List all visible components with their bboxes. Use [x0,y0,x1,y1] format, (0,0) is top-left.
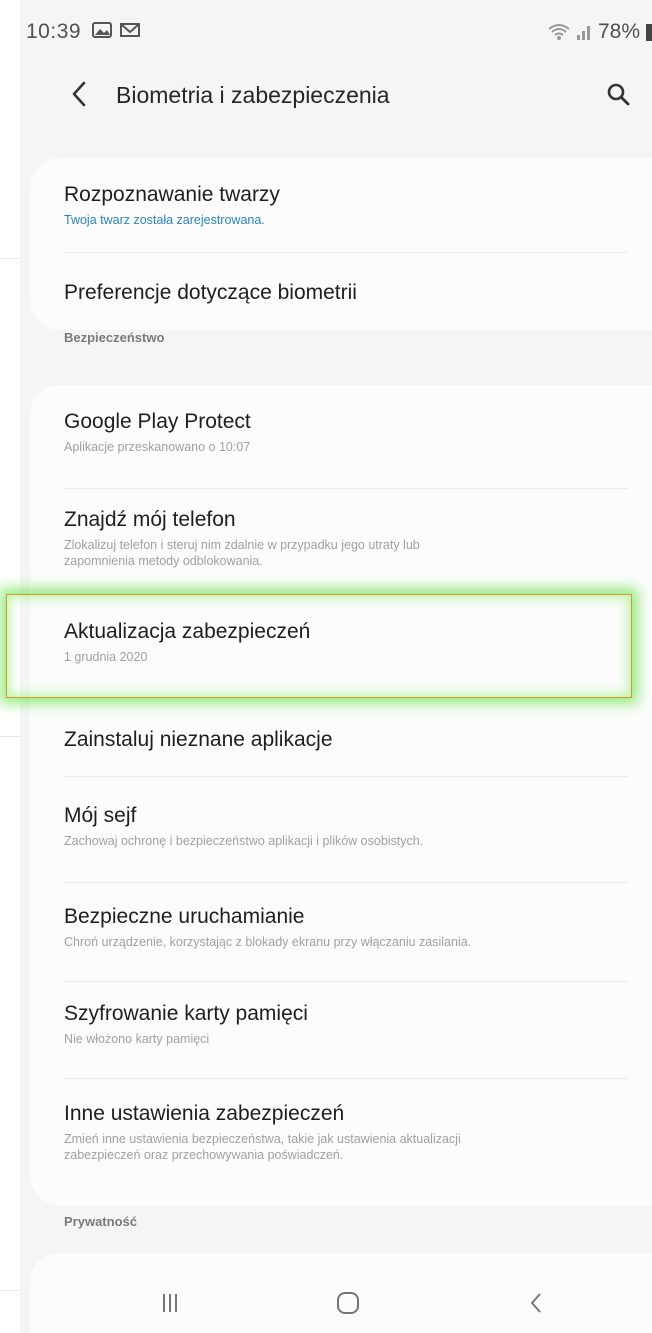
list-item-security-update[interactable]: Aktualizacja zabezpieczeń 1 grudnia 2020 [64,619,652,665]
divider [64,488,628,489]
status-right: 78% [548,20,652,44]
list-item-secure-startup[interactable]: Bezpieczne uruchamianie Chroń urządzenie… [64,904,652,950]
item-title: Znajdź mój telefon [64,508,236,531]
list-item-install-unknown-apps[interactable]: Zainstaluj nieznane aplikacje [64,727,652,753]
search-icon [607,83,630,106]
status-time: 10:39 [26,20,82,43]
section-header-privacy: Prywatność [64,1214,137,1229]
divider [64,882,628,883]
list-item-secure-folder[interactable]: Mój sejf Zachowaj ochronę i bezpieczeńst… [64,803,652,849]
list-item-other-security-settings[interactable]: Inne ustawienia zabezpieczeń Zmień inne … [64,1101,652,1163]
item-title: Zainstaluj nieznane aplikacje [64,728,333,751]
section-header-security: Bezpieczeństwo [64,330,165,345]
item-title: Mój sejf [64,804,137,827]
recent-apps-icon [163,1294,177,1312]
item-subtitle: 1 grudnia 2020 [64,650,148,664]
recent-apps-button[interactable] [140,1279,200,1327]
item-title: Szyfrowanie karty pamięci [64,1002,308,1025]
battery-level: 78% [597,20,640,43]
back-button[interactable] [64,76,94,112]
item-title: Inne ustawienia zabezpieczeń [64,1102,345,1125]
list-item-find-my-phone[interactable]: Znajdź mój telefon Zlokalizuj telefon i … [64,507,652,569]
list-item-sd-card-encryption[interactable]: Szyfrowanie karty pamięci Nie włożono ka… [64,1001,652,1047]
wifi-icon [548,24,570,40]
item-title: Preferencje dotyczące biometrii [64,281,357,304]
signal-icon [576,26,590,40]
back-icon [531,1293,541,1313]
item-subtitle: Aplikacje przeskanowano o 10:07 [64,440,251,454]
nav-back-button[interactable] [506,1279,566,1327]
item-subtitle-line2: zapomnienia metody odblokowania. [64,554,263,568]
divider [64,981,628,982]
app-bar: Biometria i zabezpieczenia [20,62,652,128]
item-subtitle: Zmień inne ustawienia bezpieczeństwa, ta… [64,1132,461,1146]
item-subtitle: Nie włożono karty pamięci [64,1032,210,1046]
status-bar: 10:39 78% [20,0,652,62]
list-item-face-recognition[interactable]: Rozpoznawanie twarzy Twoja twarz została… [64,182,652,228]
list-item-google-play-protect[interactable]: Google Play Protect Aplikacje przeskanow… [64,409,652,455]
divider [64,1078,628,1079]
item-title: Bezpieczne uruchamianie [64,905,305,928]
item-subtitle: Chroń urządzenie, korzystając z blokady … [64,935,472,949]
item-title: Rozpoznawanie twarzy [64,183,280,206]
search-button[interactable] [600,76,636,112]
item-title: Aktualizacja zabezpieczeń [64,620,311,643]
item-subtitle: Twoja twarz została zarejestrowana. [64,213,265,227]
phone-screen: 10:39 78% Biometria i zabezpieczenia Roz… [20,0,652,1333]
mail-icon [120,23,140,37]
home-icon [337,1292,359,1314]
gallery-icon [92,22,112,38]
navigation-bar [20,1273,652,1333]
item-subtitle: Zachowaj ochronę i bezpieczeństwo aplika… [64,834,424,848]
divider [64,252,628,253]
security-card: Google Play Protect Aplikacje przeskanow… [30,385,652,1205]
item-subtitle: Zlokalizuj telefon i steruj nim zdalnie … [64,538,420,552]
home-button[interactable] [318,1279,378,1327]
item-subtitle-line2: zabezpieczeń oraz przechowywania poświad… [64,1148,344,1162]
biometrics-card: Rozpoznawanie twarzy Twoja twarz została… [30,158,652,330]
divider [64,776,628,777]
chevron-left-icon [72,81,86,107]
list-item-biometric-preferences[interactable]: Preferencje dotyczące biometrii [64,280,652,306]
item-title: Google Play Protect [64,410,251,433]
battery-icon [646,24,652,41]
page-title: Biometria i zabezpieczenia [116,82,390,108]
